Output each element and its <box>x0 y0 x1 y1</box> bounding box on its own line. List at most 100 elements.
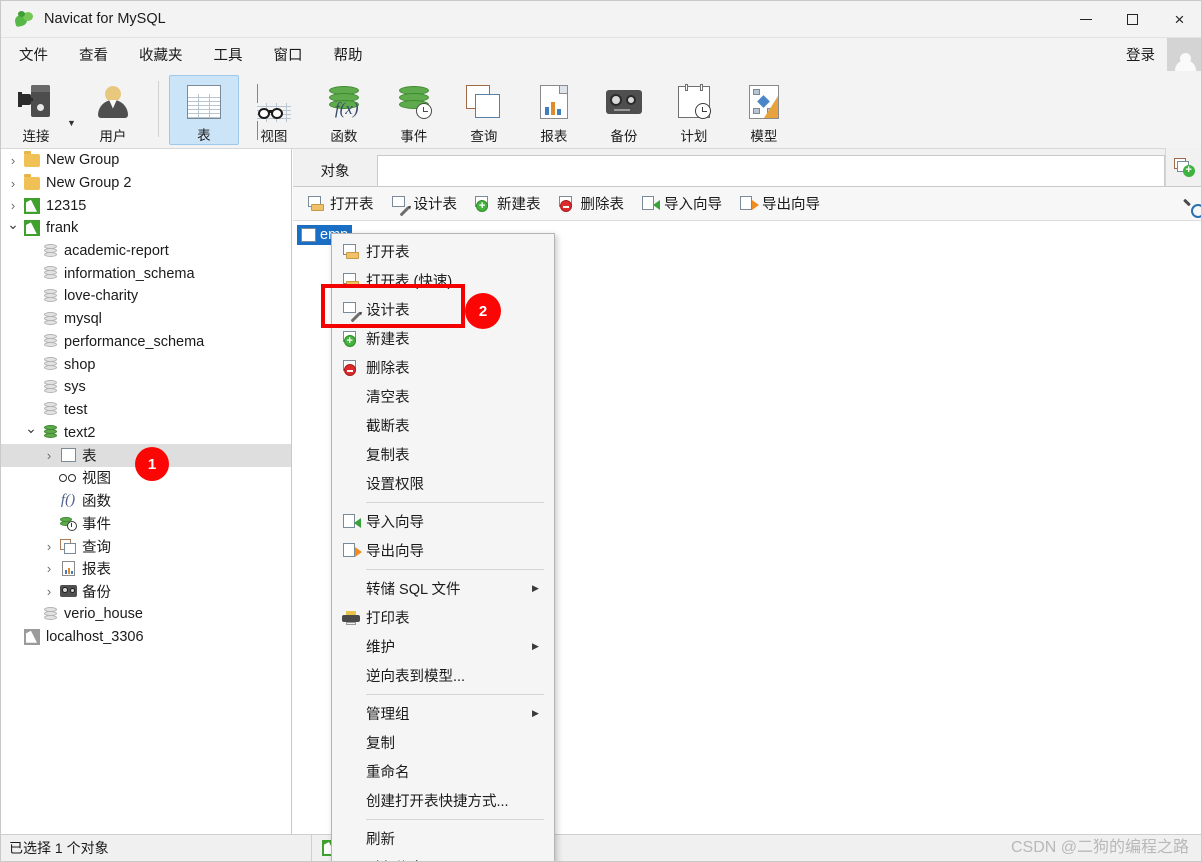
login-link[interactable]: 登录 <box>1126 44 1155 65</box>
tree-item[interactable]: › New Group 2 <box>1 172 291 195</box>
tree-item[interactable]: verio_house <box>1 603 291 626</box>
toolbar-label-table: 表 <box>197 128 211 143</box>
menu-window[interactable]: 窗口 <box>261 40 316 69</box>
tree-item[interactable]: performance_schema <box>1 331 291 354</box>
open-table-button[interactable]: 打开表 <box>301 190 381 217</box>
tree-item[interactable]: academic-report <box>1 240 291 263</box>
context-menu-item[interactable]: 逆向表到模型... <box>332 661 554 690</box>
tree-item[interactable]: › 报表 <box>1 557 291 580</box>
tree-item[interactable]: › 12315 <box>1 194 291 217</box>
tree-item[interactable]: shop <box>1 353 291 376</box>
new-table-button[interactable]: + 新建表 <box>468 190 548 217</box>
toolbar-button-backup[interactable]: 备份 <box>589 75 659 145</box>
context-menu-item[interactable]: 重命名 <box>332 757 554 786</box>
context-menu-item[interactable]: 打开表 (快速) <box>332 266 554 295</box>
import-wizard-button[interactable]: 导入向导 <box>635 190 729 217</box>
tree-item[interactable]: f() 函数 <box>1 489 291 512</box>
tree-item[interactable]: › 查询 <box>1 535 291 558</box>
menu-help[interactable]: 帮助 <box>321 40 376 69</box>
context-menu-item[interactable]: 打印表 <box>332 603 554 632</box>
design-table-label: 设计表 <box>413 197 458 213</box>
tree-item[interactable]: test <box>1 399 291 422</box>
tree-expand-arrow-icon[interactable]: › <box>5 176 21 191</box>
delete-table-button[interactable]: 删除表 <box>552 190 632 217</box>
table-icon <box>57 448 79 463</box>
context-menu-item-label: 逆向表到模型... <box>366 669 466 685</box>
context-menu-item[interactable]: 复制表 <box>332 440 554 469</box>
design-table-icon <box>336 301 366 322</box>
tree-expand-arrow-icon[interactable]: › <box>41 539 57 554</box>
toolbar-button-report[interactable]: 报表 <box>519 75 589 145</box>
tree-item-label: mysql <box>64 311 102 328</box>
tree-item[interactable]: › 备份 <box>1 580 291 603</box>
object-address-field[interactable] <box>377 155 1165 186</box>
toolbar-button-table[interactable]: 表 <box>168 75 239 145</box>
context-menu-item[interactable]: 刷新 <box>332 824 554 853</box>
navigation-tree-panel[interactable]: › New Group › New Group 2 › 12315 ⌄ frank academ… <box>1 149 292 836</box>
design-table-button[interactable]: 设计表 <box>385 190 465 217</box>
toolbar-button-event[interactable]: 事件 <box>379 75 449 145</box>
tree-expand-arrow-icon[interactable]: › <box>41 448 57 463</box>
context-menu-item[interactable]: 复制 <box>332 728 554 757</box>
toolbar-button-query[interactable]: 查询 <box>449 75 519 145</box>
tree-expand-arrow-icon[interactable]: › <box>41 584 57 599</box>
user-avatar-icon[interactable] <box>1167 38 1201 71</box>
tree-expand-arrow-icon[interactable]: › <box>41 561 57 576</box>
close-button[interactable]: × <box>1156 1 1201 38</box>
context-menu-item-label: 管理组 <box>366 707 410 723</box>
context-menu-item[interactable]: 清空表 <box>332 382 554 411</box>
tree-expand-arrow-icon[interactable]: › <box>5 198 21 213</box>
toolbar-button-function[interactable]: f(x) 函数 <box>309 75 379 145</box>
add-object-button[interactable]: + <box>1165 148 1201 186</box>
context-menu-item[interactable]: 打开表 <box>332 237 554 266</box>
tree-item-label: performance_schema <box>64 333 205 350</box>
navicat-window: Navicat for MySQL × 文件 查看 收藏夹 工具 窗口 帮助 登… <box>0 0 1202 862</box>
tree-item[interactable]: localhost_3306 <box>1 625 291 648</box>
context-menu-item[interactable]: + 新建表 <box>332 324 554 353</box>
tree-item[interactable]: › New Group <box>1 149 291 172</box>
context-menu-item[interactable]: 对象信息 <box>332 853 554 861</box>
tree-item[interactable]: information_schema <box>1 262 291 285</box>
context-menu-item[interactable]: 转储 SQL 文件 ▶ <box>332 574 554 603</box>
toolbar-button-user[interactable]: 用户 <box>78 75 148 145</box>
toolbar-button-view[interactable]: 视图 <box>239 75 309 145</box>
tree-expand-arrow-icon[interactable]: › <box>5 153 21 168</box>
menu-view[interactable]: 查看 <box>66 40 121 69</box>
context-menu-item[interactable]: 管理组 ▶ <box>332 699 554 728</box>
tree-expand-arrow-icon[interactable]: ⌄ <box>5 216 21 233</box>
tree-expand-arrow-icon[interactable]: ⌄ <box>23 420 39 437</box>
context-menu-item[interactable]: 创建打开表快捷方式... <box>332 786 554 815</box>
tree-item[interactable]: 事件 <box>1 512 291 535</box>
new-table-icon: + <box>336 331 366 347</box>
context-menu[interactable]: 打开表 打开表 (快速) 设计表 + 新建表 删除表 清空表 截断表 复制表 设置权限导入向导 导出… <box>331 233 555 861</box>
context-menu-item[interactable]: 删除表 <box>332 353 554 382</box>
context-menu-item-label: 刷新 <box>366 832 395 848</box>
toolbar-label-model: 模型 <box>750 129 778 144</box>
context-menu-item[interactable]: 维护 ▶ <box>332 632 554 661</box>
context-menu-item[interactable]: 截断表 <box>332 411 554 440</box>
menu-file[interactable]: 文件 <box>6 40 61 69</box>
open-table-icon <box>336 244 366 259</box>
export-wizard-button[interactable]: 导出向导 <box>733 190 827 217</box>
toolbar-button-model[interactable]: 模型 <box>729 75 799 145</box>
minimize-button[interactable] <box>1062 1 1109 38</box>
maximize-button[interactable] <box>1109 1 1156 38</box>
menu-favorites[interactable]: 收藏夹 <box>126 40 196 69</box>
toolbar-button-schedule[interactable]: 计划 <box>659 75 729 145</box>
context-menu-item[interactable]: 设计表 <box>332 295 554 324</box>
context-menu-item[interactable]: 设置权限 <box>332 469 554 498</box>
view-icon <box>256 81 291 140</box>
tree-item[interactable]: ⌄ text2 <box>1 420 291 444</box>
tree-item[interactable]: ⌄ frank <box>1 216 291 240</box>
tab-object[interactable]: 对象 <box>293 155 377 186</box>
user-icon <box>96 81 130 122</box>
import-wizard-icon <box>336 514 366 529</box>
folder-icon <box>21 150 43 167</box>
context-menu-item[interactable]: 导出向导 <box>332 536 554 565</box>
menu-tools[interactable]: 工具 <box>201 40 256 69</box>
tree-item[interactable]: mysql <box>1 308 291 331</box>
tree-item[interactable]: love-charity <box>1 285 291 308</box>
context-menu-item[interactable]: 导入向导 <box>332 507 554 536</box>
toolbar-button-connection[interactable]: 连接 <box>1 75 71 145</box>
tree-item[interactable]: sys <box>1 376 291 399</box>
